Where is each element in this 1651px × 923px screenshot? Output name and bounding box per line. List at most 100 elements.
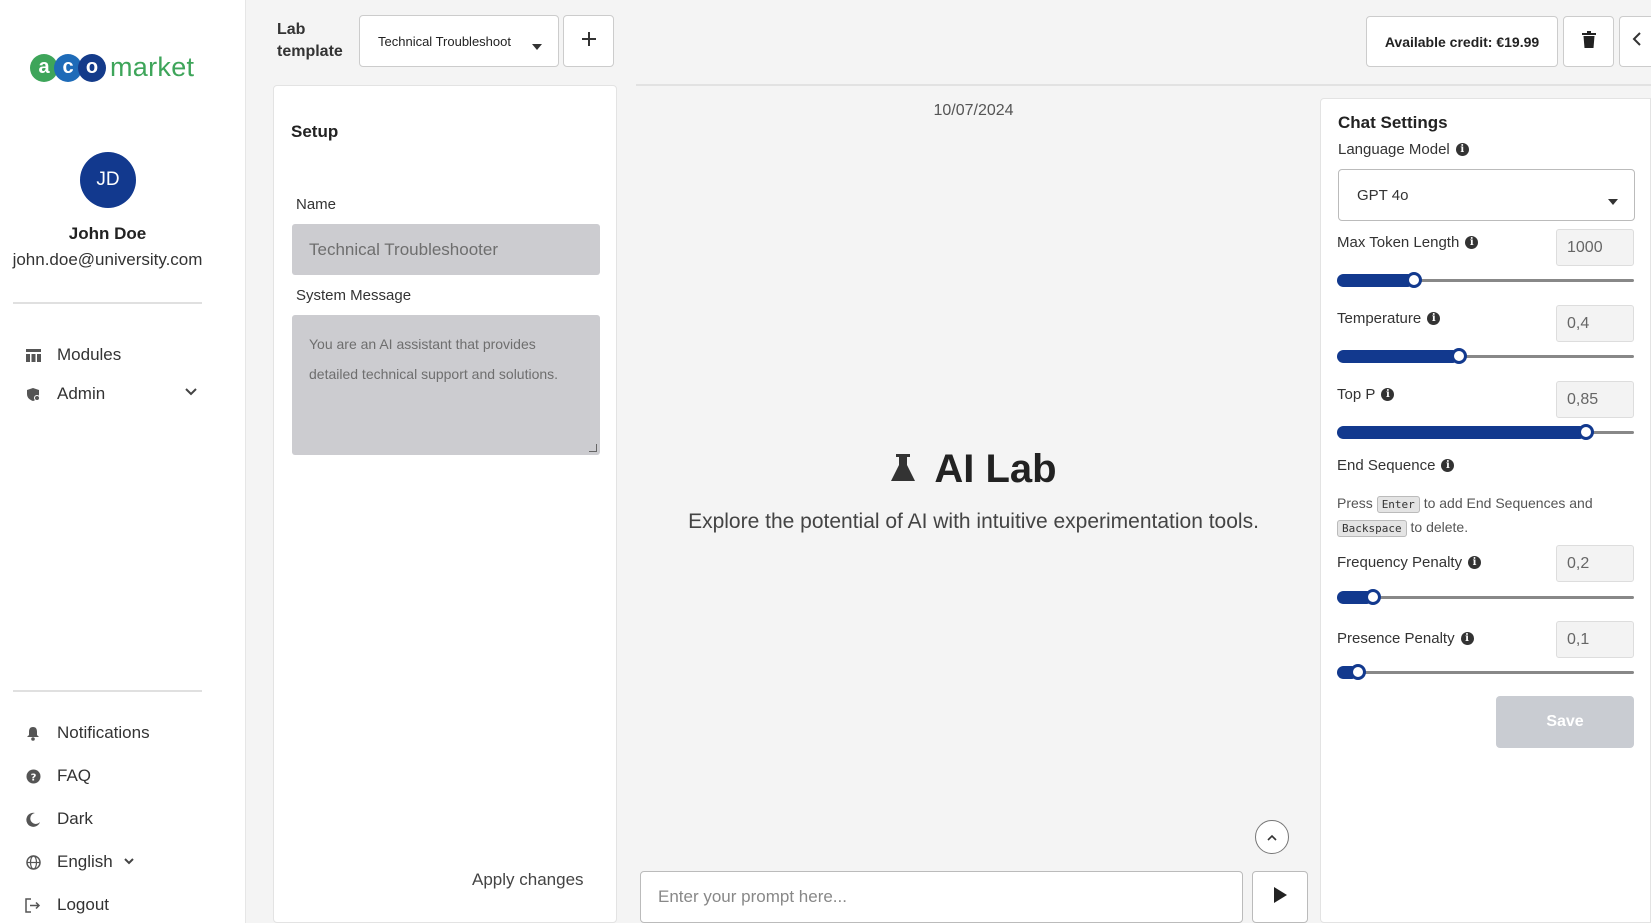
svg-text:?: ? bbox=[30, 772, 36, 783]
chevron-down-icon[interactable] bbox=[184, 384, 198, 404]
caret-down-icon bbox=[532, 38, 542, 53]
add-template-button[interactable] bbox=[563, 15, 614, 67]
bell-icon bbox=[24, 724, 42, 742]
end-help-end: to delete. bbox=[1410, 519, 1469, 535]
end-sequence-label: End Sequence i bbox=[1337, 457, 1455, 474]
hero-title-text: AI Lab bbox=[934, 447, 1057, 491]
chat-settings-title: Chat Settings bbox=[1338, 113, 1448, 132]
info-icon[interactable]: i bbox=[1441, 459, 1455, 472]
end-help-press: Press bbox=[1337, 495, 1373, 511]
plus-icon bbox=[581, 31, 597, 52]
collapse-panel-button[interactable] bbox=[1619, 16, 1651, 67]
top-p-input[interactable]: 0,85 bbox=[1556, 381, 1634, 418]
end-help-mid: to add End Sequences and bbox=[1423, 495, 1593, 511]
presence-penalty-slider[interactable] bbox=[1337, 664, 1634, 680]
trash-icon bbox=[1581, 30, 1596, 53]
presence-penalty-label-text: Presence Penalty bbox=[1337, 630, 1455, 647]
temperature-slider[interactable] bbox=[1337, 348, 1634, 364]
chevron-up-icon bbox=[1267, 828, 1277, 846]
slider-thumb[interactable] bbox=[1578, 424, 1594, 440]
slider-track bbox=[1337, 426, 1586, 439]
nav-label-logout: Logout bbox=[57, 895, 109, 914]
temperature-input[interactable]: 0,4 bbox=[1556, 305, 1634, 342]
available-credit-button[interactable]: Available credit: €19.99 bbox=[1366, 16, 1558, 67]
name-field[interactable]: Technical Troubleshooter bbox=[292, 224, 600, 275]
slider-rail bbox=[1337, 596, 1634, 599]
flask-icon bbox=[890, 447, 916, 492]
info-icon[interactable]: i bbox=[1427, 312, 1441, 325]
modules-icon bbox=[24, 346, 42, 364]
chat-area: 10/07/2024 AI Lab Explore the potential … bbox=[636, 85, 1319, 923]
prompt-input[interactable] bbox=[640, 871, 1243, 923]
chevron-down-icon[interactable] bbox=[123, 852, 135, 872]
question-circle-icon: ? bbox=[24, 767, 42, 785]
lab-template-label-text: Lab template bbox=[277, 21, 343, 60]
language-model-label-text: Language Model bbox=[1338, 141, 1450, 158]
info-icon[interactable]: i bbox=[1455, 143, 1469, 156]
slider-thumb[interactable] bbox=[1406, 272, 1422, 288]
delete-button[interactable] bbox=[1563, 16, 1614, 67]
max-token-input[interactable]: 1000 bbox=[1556, 229, 1634, 266]
max-token-label: Max Token Length i bbox=[1337, 234, 1479, 251]
lab-template-select[interactable]: Technical Troubleshoot bbox=[359, 15, 559, 67]
setup-panel: Setup Name Technical Troubleshooter Syst… bbox=[273, 85, 617, 923]
nav-label-faq: FAQ bbox=[57, 766, 92, 785]
nav-item-admin[interactable]: Admin bbox=[24, 384, 197, 404]
max-token-slider[interactable] bbox=[1337, 272, 1634, 288]
hero-title: AI Lab bbox=[636, 447, 1311, 492]
scroll-to-top-button[interactable] bbox=[1255, 820, 1289, 854]
language-model-select[interactable]: GPT 4o bbox=[1338, 169, 1635, 221]
moon-icon bbox=[24, 810, 42, 828]
admin-shield-icon bbox=[24, 385, 42, 403]
frequency-penalty-slider[interactable] bbox=[1337, 589, 1634, 605]
user-name: John Doe bbox=[68, 224, 147, 243]
user-email: john.doe@university.com bbox=[12, 250, 203, 269]
save-button[interactable]: Save bbox=[1496, 696, 1634, 748]
slider-thumb[interactable] bbox=[1350, 664, 1366, 680]
nav-item-modules[interactable]: Modules bbox=[24, 345, 121, 365]
aco-market-logo[interactable]: a c o market bbox=[30, 52, 194, 83]
nav-label-admin: Admin bbox=[57, 384, 106, 403]
info-icon[interactable]: i bbox=[1465, 236, 1479, 249]
top-p-slider[interactable] bbox=[1337, 424, 1634, 440]
top-p-label-text: Top P bbox=[1337, 386, 1376, 403]
end-sequence-help: Press Enter to add End Sequences and Bac… bbox=[1337, 492, 1637, 540]
info-icon[interactable]: i bbox=[1381, 388, 1395, 401]
max-token-label-text: Max Token Length bbox=[1337, 234, 1460, 251]
frequency-penalty-input[interactable]: 0,2 bbox=[1556, 545, 1634, 582]
info-icon[interactable]: i bbox=[1460, 632, 1474, 645]
nav-item-faq[interactable]: ? FAQ bbox=[24, 766, 91, 786]
logo-word: market bbox=[110, 52, 195, 82]
nav-item-language[interactable]: English bbox=[24, 852, 135, 872]
divider bbox=[13, 690, 202, 692]
nav-item-logout[interactable]: Logout bbox=[24, 895, 109, 915]
sidebar: a c o market JD John Doe john.doe@univer… bbox=[0, 0, 246, 923]
ai-lab-hero: AI Lab Explore the potential of AI with … bbox=[636, 447, 1311, 534]
nav-item-dark-mode[interactable]: Dark bbox=[24, 809, 93, 829]
setup-title: Setup bbox=[291, 122, 339, 141]
frequency-penalty-label-text: Frequency Penalty bbox=[1337, 554, 1463, 571]
logout-icon bbox=[24, 896, 42, 914]
nav-item-notifications[interactable]: Notifications bbox=[24, 723, 150, 743]
avatar[interactable]: JD bbox=[80, 152, 136, 208]
send-button[interactable] bbox=[1252, 871, 1308, 923]
chevron-left-icon bbox=[1632, 32, 1642, 51]
nav-label-language: English bbox=[57, 852, 113, 871]
presence-penalty-input[interactable]: 0,1 bbox=[1556, 621, 1634, 658]
system-message-field[interactable]: You are an AI assistant that provides de… bbox=[292, 315, 600, 455]
language-model-value: GPT 4o bbox=[1357, 186, 1409, 204]
top-p-label: Top P i bbox=[1337, 386, 1395, 403]
lab-template-label: Lab template bbox=[277, 19, 343, 63]
system-message-label: System Message bbox=[296, 287, 412, 304]
lab-template-selected: Technical Troubleshoot bbox=[378, 33, 511, 49]
apply-changes-button[interactable]: Apply changes bbox=[472, 870, 584, 890]
presence-penalty-label: Presence Penalty i bbox=[1337, 630, 1474, 647]
info-icon[interactable]: i bbox=[1468, 556, 1482, 569]
slider-thumb[interactable] bbox=[1365, 589, 1381, 605]
resize-handle-icon[interactable] bbox=[589, 444, 597, 452]
temperature-label-text: Temperature bbox=[1337, 310, 1422, 327]
slider-thumb[interactable] bbox=[1451, 348, 1467, 364]
backspace-key: Backspace bbox=[1337, 520, 1407, 537]
divider bbox=[13, 302, 202, 304]
play-icon bbox=[1273, 886, 1287, 908]
